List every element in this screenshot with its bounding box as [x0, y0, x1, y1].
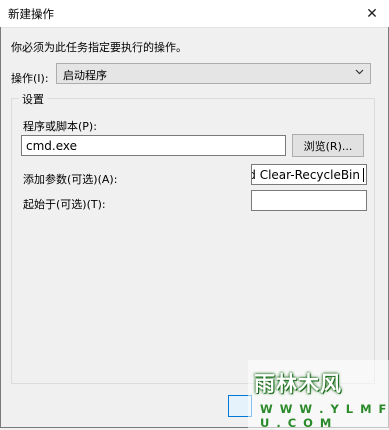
text-caret — [363, 168, 364, 182]
args-input-value: and Clear-RecycleBin — [252, 168, 360, 182]
args-input[interactable]: and Clear-RecycleBin — [251, 164, 367, 185]
watermark: 雨林木风 W W W . Y L M F U . C O M — [248, 360, 389, 430]
browse-button[interactable]: 浏览(R)... — [292, 134, 364, 157]
chevron-down-icon — [355, 69, 364, 75]
action-select-value: 启动程序 — [63, 69, 107, 82]
instruction-text: 你必须为此任务指定要执行的操作。 — [11, 41, 187, 54]
title-bar: 新建操作 ✕ — [0, 0, 389, 28]
start-in-label: 起始于(可选)(T): — [23, 198, 106, 211]
args-label: 添加参数(可选)(A): — [23, 173, 118, 186]
program-input[interactable]: cmd.exe — [21, 135, 286, 156]
program-input-value: cmd.exe — [26, 139, 78, 153]
action-select[interactable]: 启动程序 — [56, 63, 371, 84]
watermark-logo: 雨林木风 — [254, 372, 342, 396]
window-title: 新建操作 — [8, 7, 54, 21]
action-label: 操作(I): — [11, 72, 49, 85]
close-icon[interactable]: ✕ — [355, 0, 389, 27]
settings-group-title: 设置 — [19, 91, 47, 107]
watermark-url: W W W . Y L M F U . C O M — [260, 402, 388, 430]
start-in-input[interactable] — [251, 190, 367, 211]
program-label: 程序或脚本(P): — [23, 120, 97, 133]
